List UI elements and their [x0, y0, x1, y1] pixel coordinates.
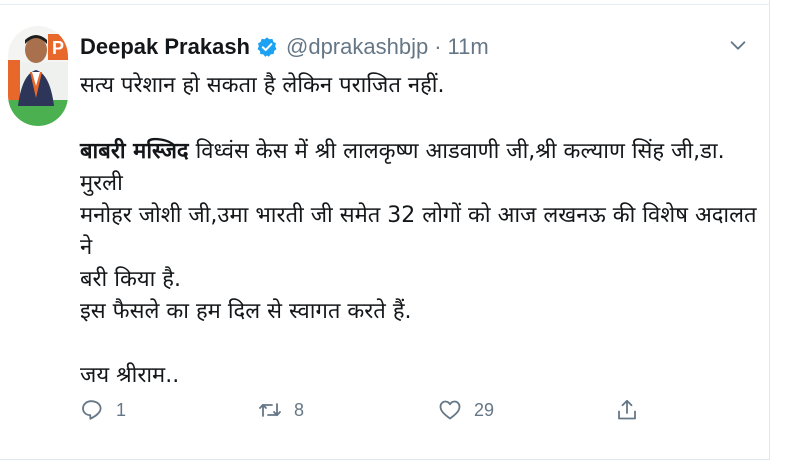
heart-icon [439, 400, 461, 420]
text-line: इस फैसले का हम दिल से स्वागत करते हैं. [80, 299, 412, 324]
author-name[interactable]: Deepak Prakash [80, 34, 250, 60]
avatar[interactable]: P [8, 26, 68, 126]
divider [0, 4, 770, 5]
tweet-header: Deepak Prakash @dprakashbjp · 11m [80, 30, 489, 64]
tweet-text: सत्य परेशान हो सकता है लेकिन पराजित नहीं… [80, 70, 760, 392]
share-button[interactable] [615, 398, 639, 422]
text-line: बरी किया है. [80, 267, 181, 292]
retweet-count: 8 [294, 399, 305, 420]
reply-icon [82, 400, 102, 420]
avatar-photo: P [8, 26, 68, 126]
text-line: सत्य परेशान हो सकता है लेकिन पराजित नहीं… [80, 73, 445, 98]
like-count: 29 [474, 399, 495, 420]
separator-dot: · [434, 34, 442, 59]
author-handle[interactable]: @dprakashbjp [286, 34, 428, 60]
text-line: मनोहर जोशी जी,उमा भारती जी समेत 32 लोगों… [80, 203, 757, 260]
tweet-actions: 1 8 29 [80, 398, 680, 428]
bold-text: बाबरी मस्जिद [80, 139, 189, 164]
retweet-button[interactable]: 8 [258, 398, 304, 422]
timestamp[interactable]: 11m [448, 34, 489, 60]
reply-button[interactable]: 1 [80, 398, 126, 422]
chevron-down-icon[interactable] [727, 34, 749, 56]
tweet-card[interactable]: P Deepak Prakash @dprakashbjp · 11m सत्य… [0, 0, 770, 460]
share-icon [618, 399, 636, 420]
retweet-icon [259, 403, 281, 417]
svg-text:P: P [52, 38, 64, 58]
text-line: जय श्रीराम.. [80, 363, 180, 388]
reply-count: 1 [116, 399, 127, 420]
like-button[interactable]: 29 [438, 398, 494, 422]
text-line: बाबरी मस्जिद विध्वंस केस में श्री लालकृष… [80, 136, 760, 200]
verified-badge-icon [256, 36, 278, 58]
